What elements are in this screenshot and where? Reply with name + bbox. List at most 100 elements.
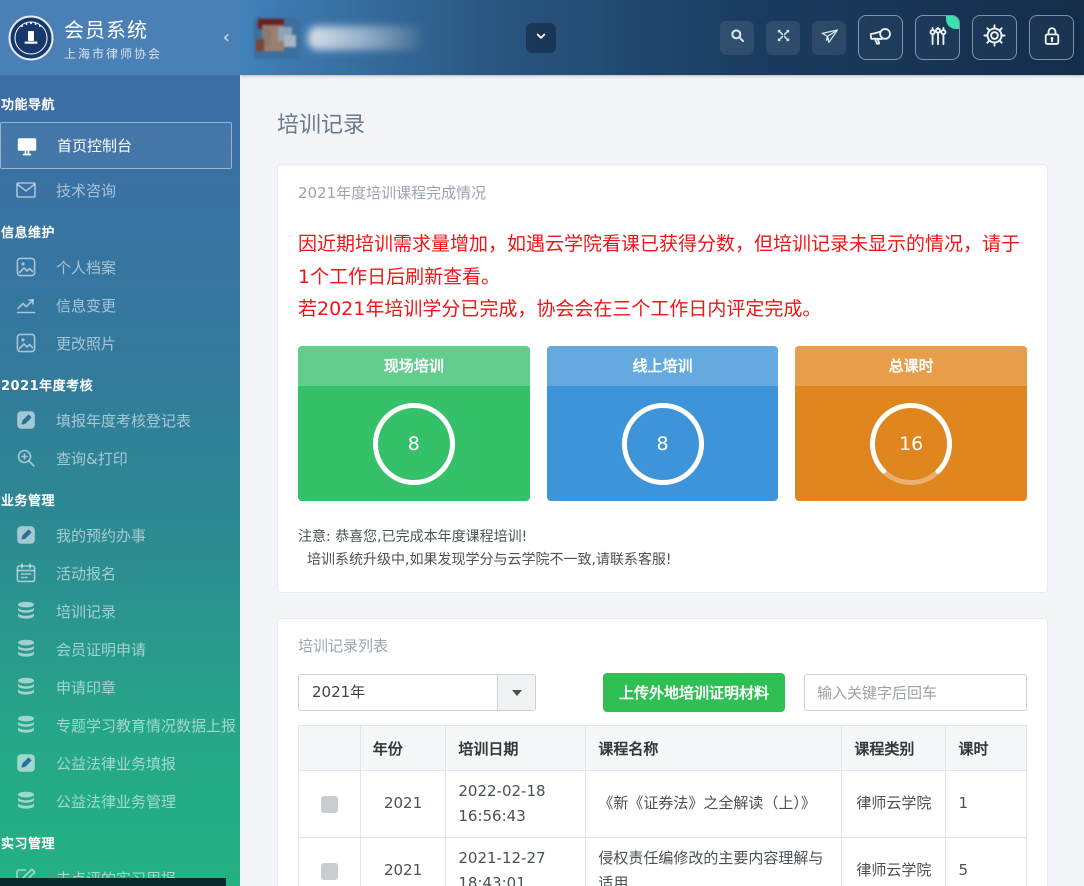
note-line: 注意: 恭喜您,已完成本年度课程培训! (298, 526, 1027, 549)
progress-ring: 16 (868, 401, 954, 487)
sidebar-item-label: 公益法律业务管理 (56, 791, 176, 812)
column-header: 培训日期 (446, 726, 586, 771)
sidebar-item[interactable]: 查询&打印 (0, 439, 240, 477)
sidebar-item-label: 查询&打印 (56, 448, 128, 469)
page-title: 培训记录 (277, 107, 1048, 139)
sidebar-item-label: 会员证明申请 (56, 639, 146, 660)
sidebar-item[interactable]: 填报年度考核登记表 (0, 401, 240, 439)
search-plus-icon (13, 445, 39, 471)
database-icon (13, 598, 39, 624)
paper-plane-icon (819, 26, 839, 50)
user-menu-button[interactable] (526, 23, 556, 53)
cell-year: 2021 (360, 838, 446, 886)
training-table: 年份培训日期课程名称课程类别课时 2021 2022-02-18 16:56:4… (298, 725, 1027, 886)
stat-value: 8 (371, 401, 457, 487)
column-header: 课程名称 (586, 726, 842, 771)
sidebar-section-label: 信息维护 (0, 209, 240, 248)
stats-row: 现场培训 8 线上培训 8 总课时 (298, 346, 1027, 501)
sidebar-collapse-icon[interactable]: ‹ (223, 29, 230, 47)
table-header-row: 年份培训日期课程名称课程类别课时 (299, 726, 1027, 771)
sidebar-item[interactable]: 首页控制台 (0, 122, 232, 169)
calendar-icon (13, 560, 39, 586)
warning-line: 若2021年培训学分已完成，协会会在三个工作日内评定完成。 (298, 293, 1027, 326)
sidebar-group: 信息维护 个人档案 信息变更 更改照片 (0, 209, 240, 362)
sidebar-item-label: 个人档案 (56, 257, 116, 278)
cell-hours: 5 (946, 838, 1027, 886)
fullscreen-button[interactable] (766, 21, 800, 55)
app-title: 会员系统 (64, 14, 162, 43)
megaphone-icon (867, 22, 894, 53)
upload-certificate-button[interactable]: 上传外地培训证明材料 (603, 673, 785, 712)
sidebar-item[interactable]: 我的预约办事 (0, 516, 240, 554)
sidebar-item[interactable]: 专题学习教育情况数据上报 (0, 706, 240, 744)
database-icon (13, 674, 39, 700)
sidebar-group: 功能导航 首页控制台 技术咨询 (0, 81, 240, 209)
cell-hours: 1 (946, 771, 1027, 838)
sidebar-group: 2021年度考核 填报年度考核登记表 查询&打印 (0, 362, 240, 477)
cell-training-date: 2022-02-18 16:56:43 (446, 771, 586, 838)
search-icon (728, 26, 747, 49)
sidebar-section-label: 业务管理 (0, 477, 240, 516)
sidebar-item[interactable]: 信息变更 (0, 286, 240, 324)
sidebar-bottom-bar (0, 878, 226, 886)
progress-ring: 8 (371, 401, 457, 487)
pencil-icon (13, 522, 39, 548)
column-header: 课程类别 (842, 726, 946, 771)
year-select-dropdown[interactable] (497, 675, 535, 710)
database-icon (13, 788, 39, 814)
association-logo-icon (8, 15, 54, 61)
sidebar-section-label: 功能导航 (0, 81, 240, 120)
topbar-main (240, 0, 1084, 75)
sidebar-item[interactable]: 更改照片 (0, 324, 240, 362)
send-button[interactable] (812, 21, 846, 55)
sidebar-menu: 功能导航 首页控制台 技术咨询 信息维护 个人档案 信息变更 更改照片 2021… (0, 81, 240, 886)
cell-course-category: 律师云学院 (842, 838, 946, 886)
lock-button[interactable] (1029, 15, 1074, 60)
app-subtitle: 上海市律师协会 (64, 45, 162, 62)
sidebar-item-label: 培训记录 (56, 601, 116, 622)
sidebar-item[interactable]: 个人档案 (0, 248, 240, 286)
sidebar-item[interactable]: 技术咨询 (0, 171, 240, 209)
stat-value: 8 (620, 401, 706, 487)
cell-year: 2021 (360, 771, 446, 838)
year-select[interactable]: 2021年 (298, 674, 536, 711)
stat-card-title: 总课时 (795, 346, 1027, 386)
note-line: 培训系统升级中,如果发现学分与云学院不一致,请联系客服! (298, 549, 1027, 572)
sidebar-item-label: 申请印章 (56, 677, 116, 698)
sidebar-group: 实习管理 未点评的实习周报 已点评的实习周报 (0, 820, 240, 886)
sidebar-item-label: 技术咨询 (56, 180, 116, 201)
stat-card: 线上培训 8 (547, 346, 779, 501)
user-name-blurred (308, 26, 426, 50)
settings-button[interactable] (972, 15, 1017, 60)
image-icon (13, 330, 39, 356)
row-checkbox[interactable] (321, 796, 338, 813)
sidebar-item[interactable]: 活动报名 (0, 554, 240, 592)
column-header: 年份 (360, 726, 446, 771)
database-icon (13, 636, 39, 662)
announcements-button[interactable] (858, 15, 903, 60)
sidebar-item[interactable]: 培训记录 (0, 592, 240, 630)
row-checkbox[interactable] (321, 863, 338, 880)
sidebar: 功能导航 首页控制台 技术咨询 信息维护 个人档案 信息变更 更改照片 2021… (0, 75, 240, 886)
sidebar-section-label: 2021年度考核 (0, 362, 240, 401)
sidebar-item[interactable]: 公益法律业务填报 (0, 744, 240, 782)
monitor-icon (14, 133, 40, 159)
topbar: 会员系统 上海市律师协会 ‹ (0, 0, 1084, 75)
preferences-button[interactable] (915, 15, 960, 60)
year-select-value: 2021年 (299, 675, 497, 710)
sidebar-item[interactable]: 公益法律业务管理 (0, 782, 240, 820)
stat-card: 总课时 16 (795, 346, 1027, 501)
training-list-card: 培训记录列表 2021年 上传外地培训证明材料 年份培训日期课程名称课程类别课时 (277, 618, 1048, 886)
sidebar-item[interactable]: 会员证明申请 (0, 630, 240, 668)
list-card-header: 培训记录列表 (298, 635, 1027, 656)
sidebar-item[interactable]: 申请印章 (0, 668, 240, 706)
topbar-actions (708, 15, 1074, 60)
app-window: 会员系统 上海市律师协会 ‹ (0, 0, 1084, 886)
search-button[interactable] (720, 21, 754, 55)
keyword-search-input[interactable] (804, 674, 1027, 711)
main-content: 培训记录 2021年度培训课程完成情况 因近期培训需求量增加，如遇云学院看课已获… (240, 75, 1084, 886)
chart-icon (13, 292, 39, 318)
caret-down-icon (512, 690, 522, 696)
sliders-icon (925, 23, 951, 53)
user-avatar-blurred[interactable] (254, 17, 300, 59)
